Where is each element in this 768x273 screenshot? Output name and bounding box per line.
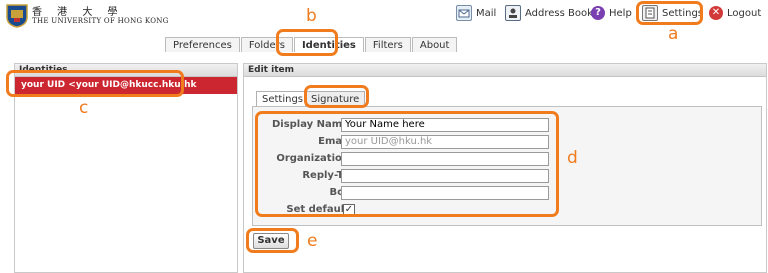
logo-chinese-text: 香 港 大 學 [32, 7, 124, 18]
logout-icon: ✕ [709, 6, 723, 20]
help-icon: ? [591, 6, 605, 20]
address-book-icon [505, 5, 521, 21]
highlight-signature-tab [304, 85, 369, 108]
annotation-d: d [567, 148, 578, 168]
nav-help[interactable]: ? Help [591, 4, 632, 22]
highlight-identity-row [6, 70, 184, 97]
nav-address-book[interactable]: Address Book [505, 4, 593, 22]
subtab-settings[interactable]: Settings [256, 91, 310, 107]
nav-help-label: Help [609, 7, 632, 19]
edit-item-header: Edit item [244, 64, 766, 77]
university-logo: 香 港 大 學 THE UNIVERSITY OF HONG KONG [6, 3, 206, 29]
logo-english-text: THE UNIVERSITY OF HONG KONG [32, 17, 169, 25]
nav-address-book-label: Address Book [525, 7, 593, 19]
tab-filters[interactable]: Filters [364, 37, 411, 52]
tab-about[interactable]: About [411, 37, 458, 52]
tab-preferences[interactable]: Preferences [165, 37, 240, 52]
crest-icon [6, 4, 28, 28]
highlight-identities-tab [276, 29, 338, 56]
annotation-e: e [307, 231, 318, 251]
annotation-a: a [668, 24, 679, 44]
annotation-c: c [79, 98, 89, 118]
nav-logout[interactable]: ✕ Logout [709, 4, 761, 22]
mail-icon [456, 5, 472, 21]
nav-mail-label: Mail [476, 7, 497, 19]
highlight-settings [636, 1, 703, 25]
highlight-save-button [246, 228, 299, 253]
highlight-form-fields [255, 111, 559, 217]
nav-mail[interactable]: Mail [456, 4, 496, 22]
annotation-b: b [306, 6, 317, 26]
nav-logout-label: Logout [727, 7, 762, 19]
